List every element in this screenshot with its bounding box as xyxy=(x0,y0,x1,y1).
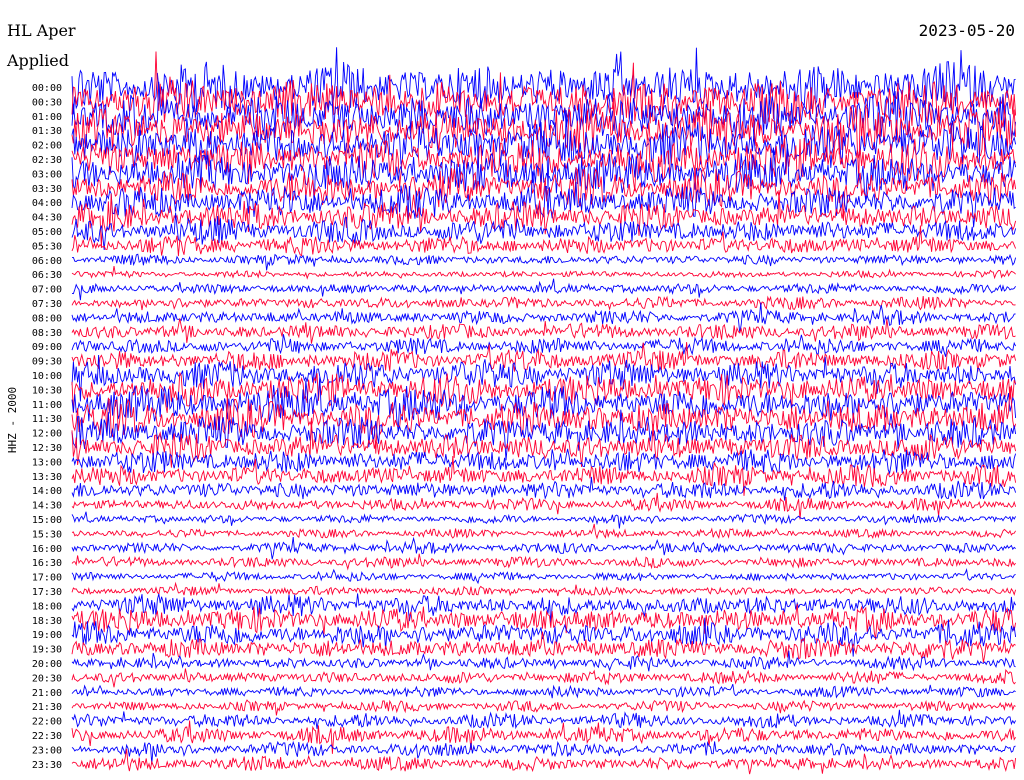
row-time-label: 17:30 xyxy=(32,587,62,598)
row-time-label: 23:00 xyxy=(32,745,62,756)
trace-line xyxy=(71,650,1016,672)
row-time-label: 19:00 xyxy=(32,630,62,641)
row-time-label: 02:30 xyxy=(32,155,62,166)
row-time-label: 06:00 xyxy=(32,256,62,267)
trace-line xyxy=(71,266,1016,280)
row-time-label: 03:00 xyxy=(32,169,62,180)
row-time-label: 14:00 xyxy=(32,486,62,497)
row-time-label: 00:00 xyxy=(32,83,62,94)
row-time-label: 16:00 xyxy=(32,544,62,555)
row-time-label: 19:30 xyxy=(32,645,62,656)
row-time-label: 18:00 xyxy=(32,601,62,612)
row-time-label: 05:00 xyxy=(32,227,62,238)
date-label: 2023-05-20 xyxy=(919,21,1015,40)
row-time-label: 22:30 xyxy=(32,731,62,742)
row-time-label: 13:00 xyxy=(32,457,62,468)
row-time-label: 00:30 xyxy=(32,97,62,108)
row-time-label: 09:30 xyxy=(32,357,62,368)
row-time-label: 22:00 xyxy=(32,717,62,728)
filter-note: Applied xyxy=(6,51,69,70)
helicorder-plot: 00:00 00:30 01:00 01:30 02:00 02:30 03:00 03:30… xyxy=(6,21,1017,775)
row-time-label: 10:00 xyxy=(32,371,62,382)
trace-line xyxy=(71,295,1016,311)
trace-line xyxy=(71,334,1017,357)
trace-line xyxy=(71,511,1016,529)
row-time-label: 21:00 xyxy=(32,688,62,699)
row-time-label: 23:30 xyxy=(32,760,62,771)
row-time-label: 07:30 xyxy=(32,299,62,310)
trace-line xyxy=(71,568,1016,585)
row-time-label: 04:00 xyxy=(32,198,62,209)
row-time-label: 12:30 xyxy=(32,443,62,454)
row-time-label: 04:30 xyxy=(32,213,62,224)
row-time-label: 02:00 xyxy=(32,141,62,152)
row-time-label: 06:30 xyxy=(32,270,62,281)
row-time-label: 01:30 xyxy=(32,126,62,137)
row-time-label: 17:00 xyxy=(32,573,62,584)
trace-line xyxy=(71,683,1016,699)
row-time-label: 05:30 xyxy=(32,241,62,252)
station-title: HL Aper xyxy=(7,21,76,40)
row-time-label: 10:30 xyxy=(32,385,62,396)
time-label-layer: 00:00 00:30 01:00 01:30 02:00 02:30 03:00 03:30… xyxy=(32,83,62,771)
row-time-label: 12:00 xyxy=(32,429,62,440)
trace-line xyxy=(71,581,1017,597)
row-time-label: 11:30 xyxy=(32,414,62,425)
trace-line xyxy=(71,492,1017,520)
trace-line xyxy=(71,523,1016,540)
row-time-label: 09:00 xyxy=(32,342,62,353)
row-time-label: 15:30 xyxy=(32,529,62,540)
row-time-label: 08:00 xyxy=(32,313,62,324)
trace-line xyxy=(71,668,1016,688)
trace-line xyxy=(71,740,1016,765)
row-time-label: 14:30 xyxy=(32,501,62,512)
row-time-label: 20:00 xyxy=(32,659,62,670)
row-time-label: 11:00 xyxy=(32,400,62,411)
trace-line xyxy=(71,553,1016,571)
row-time-label: 01:00 xyxy=(32,112,62,123)
trace-line xyxy=(71,409,1017,461)
row-time-label: 08:30 xyxy=(32,328,62,339)
row-time-label: 07:00 xyxy=(32,285,62,296)
trace-line xyxy=(71,476,1017,501)
trace-line xyxy=(71,253,1017,271)
trace-line xyxy=(71,720,1016,754)
row-time-label: 18:30 xyxy=(32,616,62,627)
row-time-label: 16:30 xyxy=(32,558,62,569)
row-time-label: 21:30 xyxy=(32,702,62,713)
trace-line xyxy=(71,536,1016,560)
y-axis-label: HHZ - 2000 xyxy=(6,387,19,453)
trace-line xyxy=(71,699,1016,716)
row-time-label: 03:30 xyxy=(32,184,62,195)
trace-line xyxy=(71,278,1016,301)
trace-line xyxy=(71,709,1016,730)
row-time-label: 15:00 xyxy=(32,515,62,526)
trace-layer xyxy=(71,47,1017,775)
row-time-label: 20:30 xyxy=(32,673,62,684)
row-time-label: 13:30 xyxy=(32,472,62,483)
